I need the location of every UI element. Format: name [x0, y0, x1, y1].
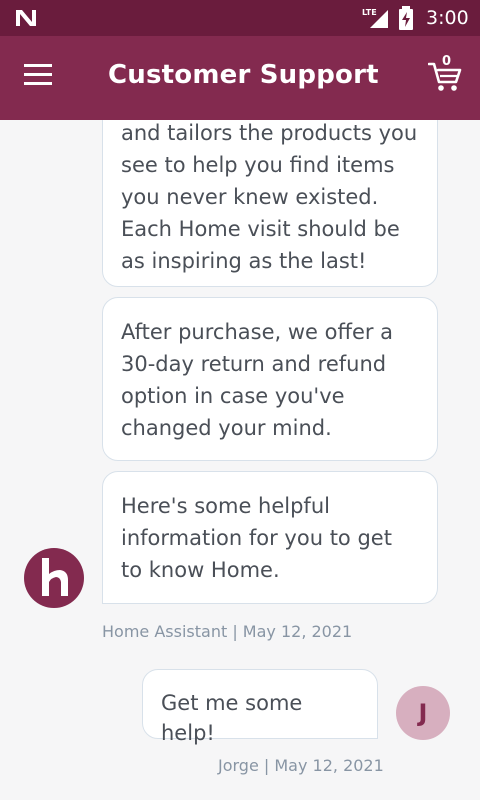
meta-separator: |	[258, 756, 275, 775]
bot-message-date: May 12, 2021	[242, 622, 353, 641]
bot-avatar	[24, 548, 84, 608]
user-message-meta: Jorge | May 12, 2021	[218, 756, 384, 775]
user-message-date: May 12, 2021	[274, 756, 384, 775]
lte-signal-icon: LTE	[362, 8, 388, 28]
bot-message-bubble: After purchase, we offer a 30-day return…	[102, 297, 438, 461]
user-avatar: J	[396, 686, 450, 740]
meta-separator: |	[227, 622, 243, 641]
menu-button[interactable]	[24, 64, 60, 92]
battery-charging-icon	[399, 6, 413, 30]
bot-message-bubble: Here's some helpful information for you …	[102, 471, 438, 604]
menu-icon-line	[24, 82, 52, 85]
cart-count-badge: 0	[442, 54, 452, 69]
page-title: Customer Support	[108, 60, 379, 90]
app-bar: Customer Support 0	[0, 36, 480, 120]
user-name: Jorge	[218, 756, 259, 775]
user-message-bubble: Get me some help!	[142, 669, 378, 745]
bot-message-bubble: and tailors the products you see to help…	[102, 120, 438, 287]
menu-icon-line	[24, 73, 52, 76]
menu-icon-line	[24, 64, 52, 67]
home-logo-icon	[42, 558, 68, 596]
network-label: LTE	[362, 8, 377, 17]
bot-name: Home Assistant	[102, 622, 228, 641]
status-time: 3:00	[426, 7, 469, 29]
bot-message-meta: Home Assistant | May 12, 2021	[102, 622, 352, 641]
status-bar: LTE 3:00	[0, 0, 480, 36]
android-n-icon	[16, 10, 36, 26]
chat-thread[interactable]: and tailors the products you see to help…	[0, 120, 480, 800]
